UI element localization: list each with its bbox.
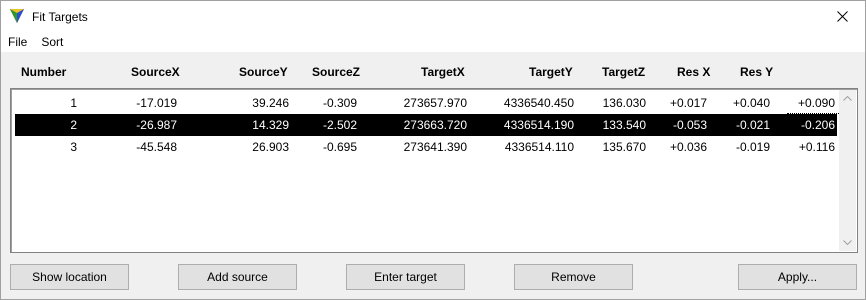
table-row[interactable]: 1 -17.019 39.246 -0.309 273657.970 43365… (15, 92, 839, 114)
cell-res-x: -0.053 (672, 118, 707, 132)
cell-source-y: 39.246 (252, 96, 289, 110)
cell-source-z: -0.309 (322, 96, 357, 110)
apply-button[interactable]: Apply... (738, 264, 857, 290)
cell-res-y: -0.021 (735, 118, 770, 132)
column-header-res-x[interactable]: Res X (677, 65, 710, 79)
cell-res-x: +0.017 (669, 96, 707, 110)
cell-target-y: 4336540.450 (503, 96, 574, 110)
cell-target-y: 4336514.110 (504, 140, 574, 154)
cell-res: +0.090 (797, 96, 835, 110)
add-source-button[interactable]: Add source (178, 264, 297, 290)
cell-target-y: 4336514.190 (503, 118, 574, 132)
cell-number: 1 (70, 96, 77, 110)
cell-source-y: 26.903 (252, 140, 289, 154)
cell-source-y: 14.329 (252, 118, 289, 132)
targets-list[interactable]: 1 -17.019 39.246 -0.309 273657.970 43365… (10, 88, 858, 253)
cell-res-y: -0.019 (735, 140, 770, 154)
cell-source-x: -45.548 (136, 140, 177, 154)
cell-source-x: -17.019 (136, 96, 177, 110)
show-location-button[interactable]: Show location (10, 264, 129, 290)
column-header-target-y[interactable]: TargetY (529, 65, 573, 79)
column-header-row: Number SourceX SourceY SourceZ TargetX T… (11, 59, 857, 85)
cell-target-x: 273663.720 (403, 118, 467, 132)
enter-target-button[interactable]: Enter target (346, 264, 465, 290)
column-header-source-x[interactable]: SourceX (131, 65, 180, 79)
cell-res-y: +0.040 (732, 96, 770, 110)
title-bar[interactable]: Fit Targets (1, 1, 865, 32)
column-header-source-y[interactable]: SourceY (239, 65, 288, 79)
cell-res: -0.206 (800, 118, 835, 132)
menu-file[interactable]: File (1, 32, 34, 52)
scroll-down-arrow-icon[interactable] (839, 234, 856, 251)
cell-source-x: -26.987 (136, 118, 177, 132)
cell-res-x: +0.036 (669, 140, 707, 154)
cell-res: +0.116 (798, 140, 835, 154)
menu-sort[interactable]: Sort (34, 32, 70, 52)
close-icon (836, 11, 848, 22)
column-header-target-z[interactable]: TargetZ (602, 65, 645, 79)
fit-targets-window: Fit Targets File Sort Number SourceX Sou… (0, 0, 866, 300)
table-row-selected[interactable]: 2 -26.987 14.329 -2.502 273663.720 43365… (15, 114, 837, 136)
cell-number: 2 (70, 118, 77, 132)
window-title: Fit Targets (32, 10, 88, 24)
scroll-up-arrow-icon[interactable] (839, 90, 856, 107)
menu-bar: File Sort (1, 32, 865, 52)
cell-target-z: 136.030 (602, 96, 646, 110)
column-header-target-x[interactable]: TargetX (421, 65, 465, 79)
cell-number: 3 (70, 140, 77, 154)
cell-target-z: 135.670 (602, 140, 646, 154)
cell-source-z: -0.695 (322, 140, 357, 154)
column-header-source-z[interactable]: SourceZ (312, 65, 360, 79)
app-icon (10, 9, 24, 23)
cell-target-x: 273641.390 (403, 140, 467, 154)
cell-target-x: 273657.970 (403, 96, 467, 110)
close-button[interactable] (819, 1, 865, 32)
column-header-number[interactable]: Number (21, 65, 66, 79)
vertical-scrollbar[interactable] (839, 90, 856, 251)
table-row[interactable]: 3 -45.548 26.903 -0.695 273641.390 43365… (15, 136, 837, 158)
cell-target-z: 133.540 (602, 118, 646, 132)
remove-button[interactable]: Remove (514, 264, 633, 290)
column-header-res-y[interactable]: Res Y (740, 65, 773, 79)
cell-source-z: -2.502 (322, 118, 357, 132)
